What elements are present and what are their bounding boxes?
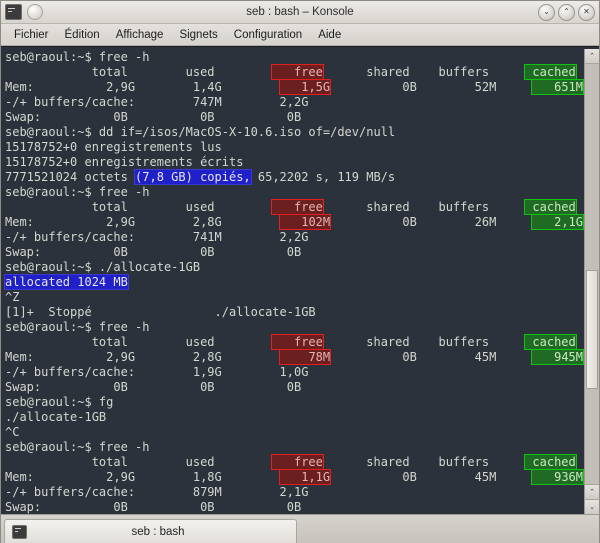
title-bar-left-controls [5,4,43,20]
menu-item-configuration[interactable]: Configuration [227,27,309,43]
terminal-segment: ^C [5,425,20,439]
terminal-text: seb@raoul:~$ free -h total used free sha… [4,50,584,514]
terminal-icon [12,524,27,539]
terminal-area: seb@raoul:~$ free -h total used free sha… [1,46,599,514]
minimize-button[interactable]: ⌄ [538,3,555,21]
terminal-highlight-green: 936M [531,469,584,485]
terminal-segment: total used [5,200,273,214]
terminal-highlight-green: 945M [531,349,584,365]
terminal-segment: 0B 52M [330,80,533,94]
terminal-segment: -/+ buffers/cache: 1,9G 1,0G [5,365,309,379]
terminal-segment: 0B 26M [330,215,533,229]
terminal-highlight-green: cached [524,199,577,215]
terminal-segment: -/+ buffers/cache: 747M 2,2G [5,95,309,109]
menu-item-edition[interactable]: Édition [58,27,107,43]
terminal-segment: 0B 45M [330,470,533,484]
terminal-segment: [1]+ Stoppé ./allocate-1GB [5,305,316,319]
terminal-segment: shared buffers [322,65,526,79]
konsole-window: seb : bash – Konsole ⌄ ⌃ ✕ Fichier Éditi… [0,0,600,543]
terminal-highlight-red: free [271,199,324,215]
terminal-output[interactable]: seb@raoul:~$ free -h total used free sha… [1,49,584,514]
terminal-segment: seb@raoul:~$ free -h [5,185,150,199]
maximize-button[interactable]: ⌃ [558,3,575,21]
terminal-icon [5,4,22,20]
terminal-scrollbar[interactable]: ⌃ ⌃ ⌄ [584,49,599,514]
terminal-segment: seb@raoul:~$ free -h [5,50,150,64]
window-controls: ⌄ ⌃ ✕ [538,3,595,21]
terminal-segment: 15178752+0 enregistrements lus [5,140,222,154]
scrollbar-trough[interactable] [585,64,599,484]
terminal-segment: 0B 45M [330,350,533,364]
terminal-segment: -/+ buffers/cache: 741M 2,2G [5,230,309,244]
terminal-segment: seb@raoul:~$ ./allocate-1GB [5,260,201,274]
terminal-segment: total used [5,455,273,469]
terminal-segment: Swap: 0B 0B 0B [5,500,302,514]
terminal-segment: 15178752+0 enregistrements écrits [5,155,244,169]
terminal-highlight-green: 651M [531,79,584,95]
terminal-highlight-green: cached [524,334,577,350]
terminal-segment: seb@raoul:~$ free -h [5,440,150,454]
window-menu-button[interactable] [27,4,43,20]
terminal-segment: Mem: 2,9G 1,4G [5,80,280,94]
menu-item-fichier[interactable]: Fichier [7,27,56,43]
scroll-up-arrow-icon[interactable]: ⌃ [585,49,599,64]
scroll-up-arrow-bottom-icon[interactable]: ⌃ [585,484,599,499]
tab-label: seb : bash [131,525,185,538]
terminal-highlight-green: cached [524,64,577,80]
terminal-segment: shared buffers [322,455,526,469]
terminal-segment: -/+ buffers/cache: 879M 2,1G [5,485,309,499]
terminal-segment: shared buffers [322,200,526,214]
terminal-highlight-red: 1,5G [278,79,332,95]
terminal-highlight-red: 78M [278,349,332,365]
scroll-down-arrow-icon[interactable]: ⌄ [585,499,599,514]
title-bar[interactable]: seb : bash – Konsole ⌄ ⌃ ✕ [1,1,599,24]
terminal-segment: Mem: 2,9G 2,8G [5,215,280,229]
terminal-segment: shared buffers [322,335,526,349]
terminal-segment: total used [5,335,273,349]
terminal-segment: Mem: 2,9G 2,8G [5,350,280,364]
terminal-highlight-red: 1,1G [278,469,332,485]
menu-item-affichage[interactable]: Affichage [109,27,171,43]
terminal-segment: Swap: 0B 0B 0B [5,380,302,394]
terminal-segment: Mem: 2,9G 1,8G [5,470,280,484]
terminal-highlight-red: 102M [278,214,332,230]
window-title: seb : bash – Konsole [246,6,354,18]
terminal-segment: 65,2202 s, 119 MB/s [250,170,396,184]
terminal-segment: Swap: 0B 0B 0B [5,245,302,259]
terminal-highlight-red: free [271,454,324,470]
close-button[interactable]: ✕ [578,3,595,21]
menu-bar: Fichier Édition Affichage Signets Config… [1,24,599,46]
scrollbar-thumb[interactable] [586,269,598,390]
terminal-segment: seb@raoul:~$ fg [5,395,114,409]
terminal-segment: ./allocate-1GB [5,410,107,424]
terminal-segment: seb@raoul:~$ free -h [5,320,150,334]
tab-bar: seb : bash [1,514,599,543]
terminal-highlight-red: free [271,64,324,80]
terminal-highlight-blue: allocated 1024 MB [4,274,129,290]
terminal-segment: Swap: 0B 0B 0B [5,110,302,124]
terminal-segment: 7771521024 octets [5,170,136,184]
terminal-highlight-green: cached [524,454,577,470]
menu-item-signets[interactable]: Signets [172,27,224,43]
terminal-highlight-blue: (7,8 GB) copiés, [134,169,252,185]
menu-item-aide[interactable]: Aide [311,27,348,43]
terminal-segment: ^Z [5,290,20,304]
terminal-highlight-red: free [271,334,324,350]
terminal-highlight-green: 2,1G [531,214,584,230]
terminal-segment: seb@raoul:~$ dd if=/isos/MacOS-X-10.6.is… [5,125,396,139]
tab-seb-bash[interactable]: seb : bash [4,519,297,543]
terminal-segment: total used [5,65,273,79]
